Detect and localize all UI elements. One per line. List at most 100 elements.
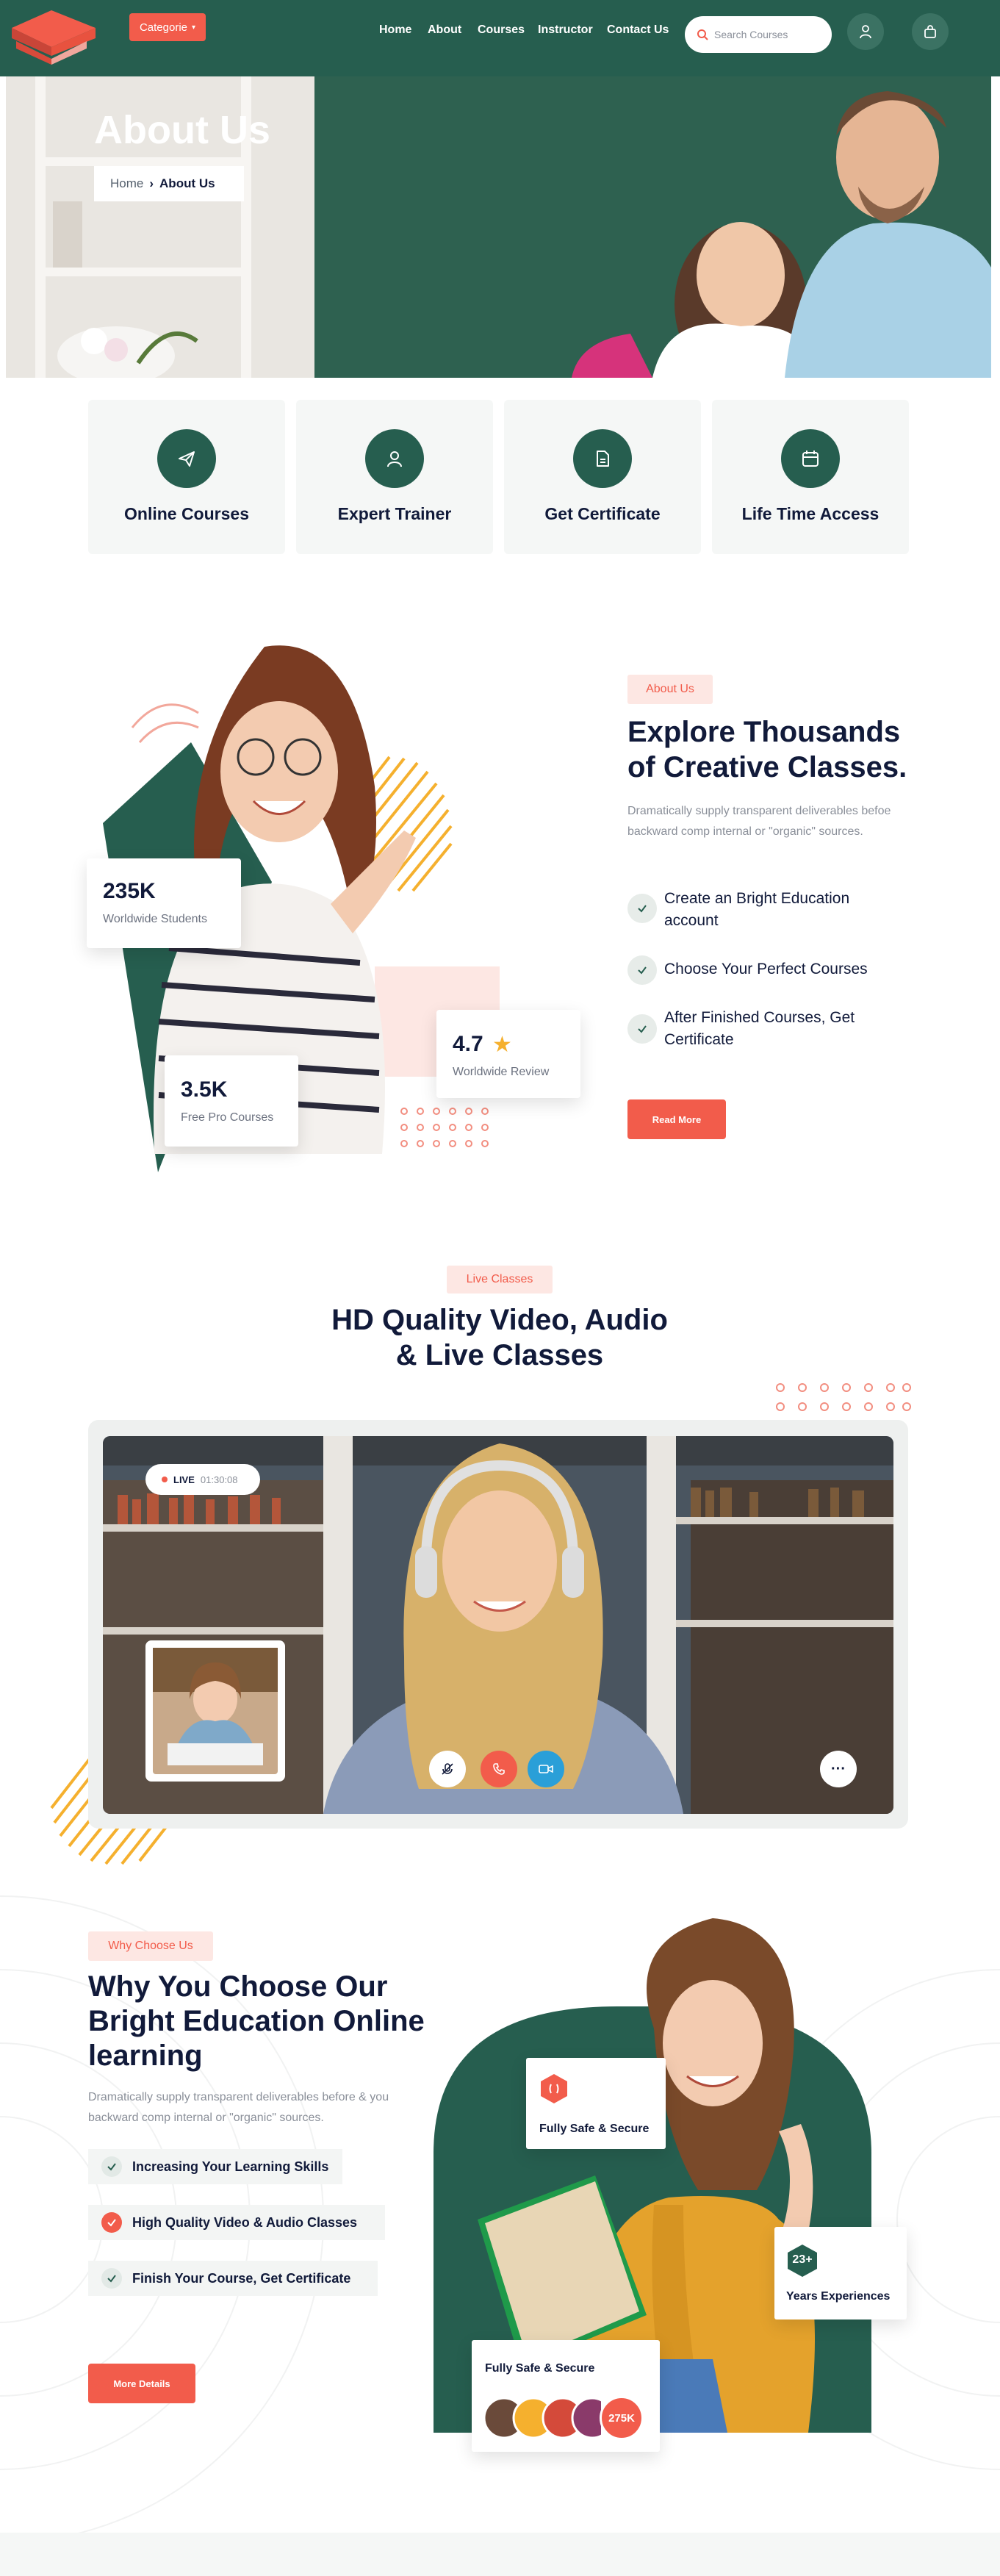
feature-card-life-time-access[interactable]: Life Time Access xyxy=(712,400,909,554)
nav-contact-us[interactable]: Contact Us xyxy=(607,24,669,37)
site-header: Categorie ▾ Home About Courses Instructo… xyxy=(0,0,1000,76)
breadcrumb-home[interactable]: Home xyxy=(110,176,143,191)
stat-caption: Worldwide Students xyxy=(103,913,207,925)
paper-plane-icon xyxy=(179,451,195,467)
logo-icon[interactable] xyxy=(6,4,101,66)
about-check-item: Choose Your Perfect Courses xyxy=(664,961,868,977)
nav-courses[interactable]: Courses xyxy=(478,24,525,37)
about-check-item: Create an Bright Education account xyxy=(664,890,850,929)
check-icon xyxy=(627,1014,657,1044)
breadcrumb: Home › About Us xyxy=(94,166,244,201)
student-avatars xyxy=(483,2397,601,2439)
stat-caption: Worldwide Review xyxy=(453,1066,550,1078)
stat-card-courses: 3.5K Free Pro Courses xyxy=(165,1055,298,1147)
page-title: About Us xyxy=(94,108,270,152)
live-dot-icon xyxy=(162,1477,168,1482)
students-card-title: Fully Safe & Secure xyxy=(485,2362,595,2375)
video-camera-icon xyxy=(539,1765,553,1773)
categorie-label: Categorie xyxy=(139,21,187,34)
nav-instructor[interactable]: Instructor xyxy=(538,24,593,37)
why-tag: Why Choose Us xyxy=(88,1931,213,1961)
why-title-line: Bright Education Online xyxy=(88,2005,425,2037)
feature-label: Get Certificate xyxy=(544,504,661,523)
about-tag: About Us xyxy=(627,675,713,704)
search-input[interactable]: Search Courses xyxy=(714,29,788,40)
feature-icon-wrap xyxy=(157,429,216,488)
end-call-button[interactable] xyxy=(481,1751,517,1787)
mic-off-icon xyxy=(442,1763,453,1775)
feature-icon-wrap xyxy=(365,429,424,488)
benefit-label: Increasing Your Learning Skills xyxy=(132,2159,329,2174)
calendar-icon xyxy=(802,451,819,467)
read-more-button[interactable]: Read More xyxy=(627,1099,726,1139)
benefit-item: Finish Your Course, Get Certificate xyxy=(88,2261,378,2296)
why-description: Dramatically supply transparent delivera… xyxy=(88,2091,389,2124)
video-toggle-button[interactable] xyxy=(528,1751,564,1787)
check-icon xyxy=(627,955,657,985)
feature-icon-wrap xyxy=(573,429,632,488)
page-hero: About Us Home › About Us xyxy=(6,76,991,378)
experience-caption: Years Experiences xyxy=(786,2290,891,2303)
live-title-line: HD Quality Video, Audio xyxy=(331,1304,668,1336)
check-icon xyxy=(627,894,657,923)
feature-card-online-courses[interactable]: Online Courses xyxy=(88,400,285,554)
categorie-dropdown[interactable]: Categorie ▾ xyxy=(129,13,206,41)
check-icon xyxy=(101,2268,122,2289)
more-details-button[interactable]: More Details xyxy=(88,2364,195,2403)
live-status-badge: LIVE 01:30:08 xyxy=(145,1464,260,1495)
experience-card: 23+ Years Experiences xyxy=(774,2227,907,2320)
live-timer: 01:30:08 xyxy=(200,1474,238,1485)
shield-hexagon-icon xyxy=(541,2074,567,2103)
student-thumbnail-video[interactable] xyxy=(145,1640,285,1782)
students-card: Fully Safe & Secure 275K xyxy=(472,2340,660,2452)
nav-home[interactable]: Home xyxy=(379,24,411,37)
feature-icon-wrap xyxy=(781,429,840,488)
search-box[interactable]: Search Courses xyxy=(685,16,832,53)
star-icon: ★ xyxy=(492,1033,512,1057)
check-icon xyxy=(101,2212,122,2233)
stat-caption: Free Pro Courses xyxy=(181,1111,274,1124)
stat-card-students: 235K Worldwide Students xyxy=(87,858,241,948)
secure-card-label: Fully Safe & Secure xyxy=(539,2123,650,2135)
more-dots-icon: ··· xyxy=(831,1760,846,1777)
feature-label: Expert Trainer xyxy=(337,504,452,523)
about-check-item: After Finished Courses, Get Certificate xyxy=(664,1009,855,1048)
nav-about[interactable]: About xyxy=(428,24,461,37)
why-title-line: Why You Choose Our xyxy=(88,1970,388,2003)
stat-number: 235K xyxy=(103,879,156,903)
why-title: Why You Choose Our Bright Education Onli… xyxy=(88,1970,425,2073)
about-title: Explore Thousands of Creative Classes. xyxy=(627,714,907,785)
live-tag: Live Classes xyxy=(447,1266,553,1294)
about-title-line: Explore Thousands xyxy=(627,716,901,748)
dots-decoration xyxy=(776,1383,911,1411)
about-description: Dramatically supply transparent delivera… xyxy=(627,805,891,838)
experience-number: 23+ xyxy=(792,2253,813,2266)
chevron-right-icon: › xyxy=(149,176,154,190)
document-icon xyxy=(597,451,609,467)
more-options-button[interactable]: ··· xyxy=(820,1751,857,1787)
search-icon xyxy=(697,29,708,40)
user-icon xyxy=(387,451,402,467)
about-title-line: of Creative Classes. xyxy=(627,751,907,783)
benefit-item: Increasing Your Learning Skills xyxy=(88,2149,342,2184)
benefit-label: High Quality Video & Audio Classes xyxy=(132,2214,358,2230)
stat-number: 3.5K xyxy=(181,1077,228,1102)
mute-camera-button[interactable] xyxy=(429,1751,466,1787)
why-title-line: learning xyxy=(88,2039,203,2072)
check-icon xyxy=(101,2156,122,2177)
live-title: HD Quality Video, Audio & Live Classes xyxy=(279,1302,720,1373)
feature-card-expert-trainer[interactable]: Expert Trainer xyxy=(296,400,493,554)
live-label: LIVE xyxy=(173,1474,195,1485)
phone-icon xyxy=(493,1763,505,1775)
live-title-line: & Live Classes xyxy=(395,1339,604,1371)
feature-label: Life Time Access xyxy=(741,504,880,523)
secure-card: Fully Safe & Secure xyxy=(526,2058,666,2149)
cart-button[interactable] xyxy=(912,13,949,50)
stat-number: 4.7 xyxy=(453,1032,483,1056)
next-section-band xyxy=(0,2533,1000,2576)
user-account-button[interactable] xyxy=(847,13,884,50)
feature-card-get-certificate[interactable]: Get Certificate xyxy=(504,400,701,554)
shopping-bag-icon xyxy=(924,25,936,38)
breadcrumb-current: About Us xyxy=(159,176,215,190)
stat-card-review: 4.7 ★ Worldwide Review xyxy=(436,1010,580,1098)
